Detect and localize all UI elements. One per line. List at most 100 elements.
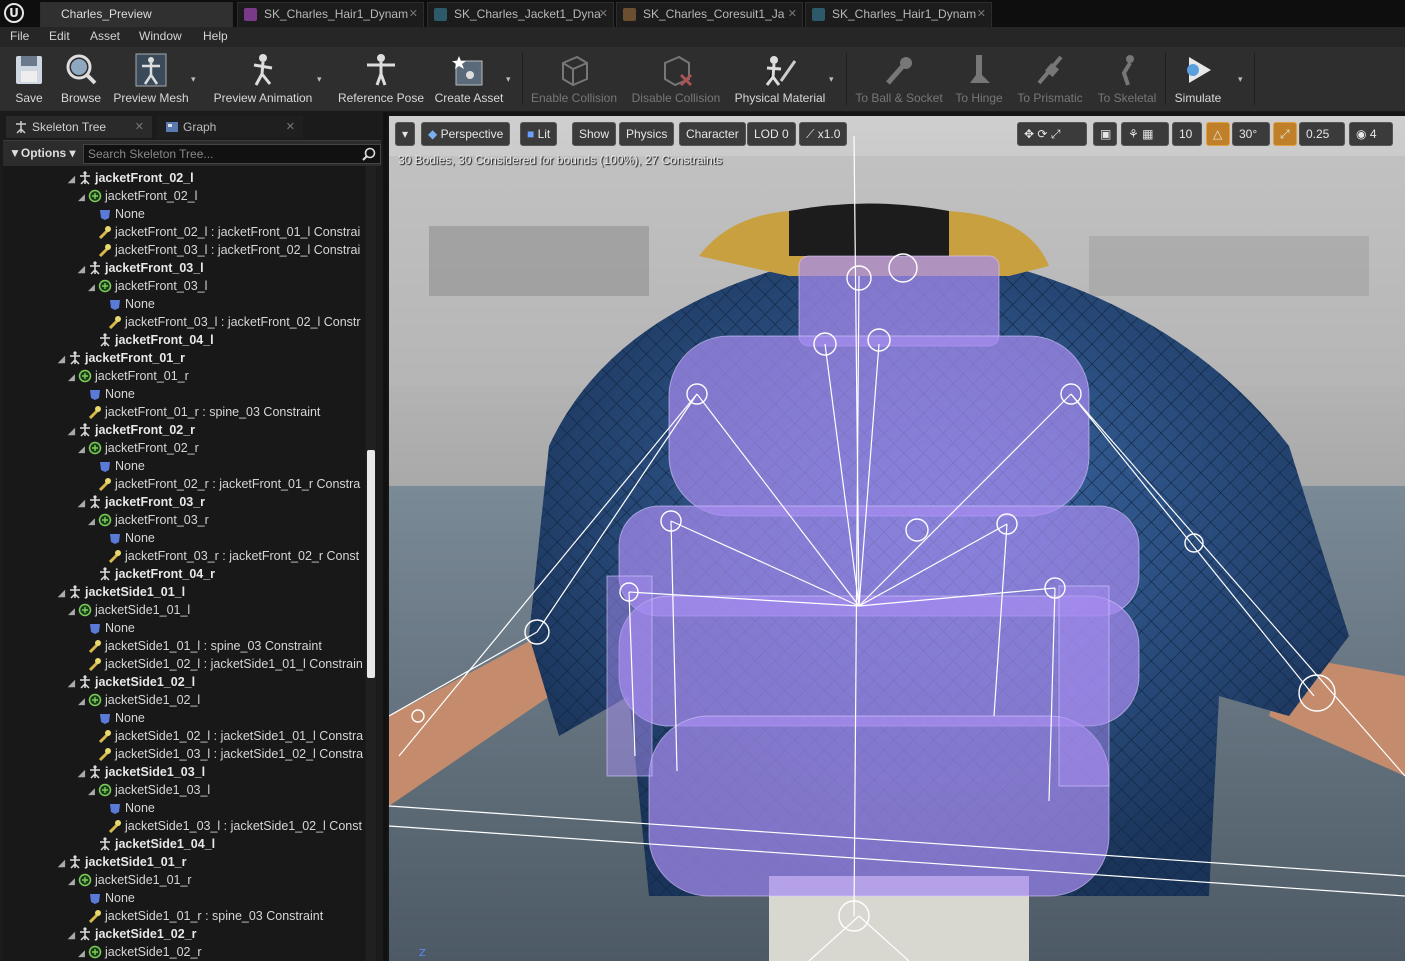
shape-row[interactable]: None [3,889,135,907]
scale-snap-value[interactable]: 0.25 [1299,122,1345,146]
close-icon[interactable]: ✕ [788,3,797,26]
expand-arrow-icon[interactable]: ◢ [78,440,88,458]
menu-window[interactable]: Window [139,29,182,43]
constraint-row[interactable]: jacketSide1_02_l : jacketSide1_01_l Cons… [3,655,363,673]
close-icon[interactable]: ✕ [599,3,608,26]
rotation-snap-value[interactable]: 30° [1232,122,1270,146]
body-row[interactable]: ◢ jacketSide1_02_r [3,943,202,961]
bone-row[interactable]: ◢ jacketFront_02_l [3,169,194,187]
viewport[interactable]: ▾ ◆ Perspective ■ Lit Show Physics Chara… [389,116,1405,961]
expand-arrow-icon[interactable]: ◢ [68,674,78,692]
shape-row[interactable]: None [3,619,135,637]
bone-row[interactable]: ◢ jacketFront_01_r [3,349,185,367]
world-local-toggle[interactable]: ▣ [1093,122,1117,146]
bone-row[interactable]: ◢ jacketSide1_02_r [3,925,196,943]
shape-row[interactable]: None [3,709,145,727]
tab-sk-charles-hair1-2[interactable]: SK_Charles_Hair1_Dynam ✕ [805,2,992,27]
bone-row[interactable]: jacketFront_04_l [3,331,214,349]
viewport-options-button[interactable]: ▾ [395,122,415,146]
disable-collision-button[interactable]: Disable Collision [628,47,724,109]
constraint-row[interactable]: jacketFront_03_r : jacketFront_02_r Cons… [3,547,359,565]
character-button[interactable]: Character [679,122,746,146]
body-row[interactable]: ◢ jacketSide1_03_l [3,781,210,799]
rotate-icon[interactable]: ⟳ [1037,127,1047,141]
simulate-button[interactable]: Simulate [1170,47,1226,109]
shape-row[interactable]: None [3,457,145,475]
bone-row[interactable]: ◢ jacketFront_03_r [3,493,205,511]
preview-animation-dropdown-icon[interactable]: ▾ [317,75,322,85]
tab-graph[interactable]: Graph ✕ [157,116,303,138]
menu-file[interactable]: File [10,29,29,43]
bone-row[interactable]: ◢ jacketSide1_01_r [3,853,186,871]
expand-arrow-icon[interactable]: ◢ [68,170,78,188]
close-icon[interactable]: ✕ [286,116,295,138]
close-icon[interactable]: ✕ [135,116,144,138]
simulate-dropdown-icon[interactable]: ▾ [1238,75,1243,85]
body-row[interactable]: ◢ jacketSide1_02_l [3,691,200,709]
constraint-row[interactable]: jacketSide1_03_l : jacketSide1_02_l Cons… [3,745,363,763]
preview-mesh-dropdown-icon[interactable]: ▾ [191,75,196,85]
options-button[interactable]: ▼Options ▾ [9,146,76,160]
surface-snap-button[interactable]: ⚘ ▦ [1121,122,1169,146]
expand-arrow-icon[interactable]: ◢ [78,944,88,961]
tab-skeleton-tree[interactable]: Skeleton Tree ✕ [6,116,152,138]
bone-row[interactable]: ◢ jacketFront_02_r [3,421,195,439]
body-row[interactable]: ◢ jacketSide1_01_r [3,871,192,889]
constraint-row[interactable]: jacketSide1_02_l : jacketSide1_01_l Cons… [3,727,363,745]
tab-sk-charles-jacket1[interactable]: SK_Charles_Jacket1_Dyna ✕ [427,2,614,27]
save-button[interactable]: Save [4,47,54,109]
constraint-row[interactable]: jacketFront_03_l : jacketFront_02_l Cons… [3,313,361,331]
search-input[interactable]: Search Skeleton Tree... [83,144,381,164]
expand-arrow-icon[interactable]: ◢ [78,764,88,782]
shape-row[interactable]: None [3,799,155,817]
panel-splitter[interactable] [383,112,387,961]
perspective-button[interactable]: ◆ Perspective [421,122,511,146]
shape-row[interactable]: None [3,205,145,223]
body-row[interactable]: ◢ jacketSide1_01_l [3,601,190,619]
transform-mode-group[interactable]: ✥ ⟳ ⤢ [1017,122,1087,146]
expand-arrow-icon[interactable]: ◢ [78,692,88,710]
lit-button[interactable]: ■ Lit [520,122,558,146]
physics-button[interactable]: Physics [619,122,675,146]
constraint-row[interactable]: jacketFront_01_r : spine_03 Constraint [3,403,320,421]
rotation-snap-toggle[interactable]: △ [1206,122,1230,146]
camera-speed-button[interactable]: ◉ 4 [1349,122,1393,146]
constraint-row[interactable]: jacketFront_02_r : jacketFront_01_r Cons… [3,475,360,493]
expand-arrow-icon[interactable]: ◢ [78,494,88,512]
scrollbar-thumb[interactable] [367,450,375,678]
expand-arrow-icon[interactable]: ◢ [88,782,98,800]
expand-arrow-icon[interactable]: ◢ [68,368,78,386]
expand-arrow-icon[interactable]: ◢ [68,872,78,890]
bone-row[interactable]: jacketSide1_04_l [3,835,215,853]
menu-edit[interactable]: Edit [49,29,70,43]
create-asset-button[interactable]: Create Asset [430,47,508,109]
body-row[interactable]: ◢ jacketFront_02_l [3,187,197,205]
bone-row[interactable]: ◢ jacketSide1_01_l [3,583,185,601]
playback-speed-button[interactable]: ⟋ x1.0 [799,122,848,146]
reference-pose-button[interactable]: Reference Pose [336,47,426,109]
menu-help[interactable]: Help [203,29,228,43]
show-button[interactable]: Show [572,122,617,146]
expand-arrow-icon[interactable]: ◢ [88,278,98,296]
shape-row[interactable]: None [3,295,155,313]
create-asset-dropdown-icon[interactable]: ▾ [506,75,511,85]
expand-arrow-icon[interactable]: ◢ [78,260,88,278]
physical-material-dropdown-icon[interactable]: ▾ [829,75,834,85]
expand-arrow-icon[interactable]: ◢ [68,602,78,620]
shape-row[interactable]: None [3,529,155,547]
expand-arrow-icon[interactable]: ◢ [58,350,68,368]
close-icon[interactable]: ✕ [977,3,986,26]
preview-animation-button[interactable]: Preview Animation [207,47,319,109]
translate-icon[interactable]: ✥ [1024,127,1034,141]
preview-mesh-button[interactable]: Preview Mesh [110,47,192,109]
to-ball-socket-button[interactable]: To Ball & Socket [852,47,946,109]
physical-material-button[interactable]: Physical Material [730,47,830,109]
viewport-scene[interactable] [389,116,1405,961]
bone-row[interactable]: ◢ jacketSide1_03_l [3,763,205,781]
expand-arrow-icon[interactable]: ◢ [88,512,98,530]
expand-arrow-icon[interactable]: ◢ [58,854,68,872]
expand-arrow-icon[interactable]: ◢ [58,584,68,602]
to-skeletal-button[interactable]: To Skeletal [1094,47,1160,109]
constraint-row[interactable]: jacketSide1_03_l : jacketSide1_02_l Cons… [3,817,362,835]
constraint-row[interactable]: jacketSide1_01_r : spine_03 Constraint [3,907,323,925]
